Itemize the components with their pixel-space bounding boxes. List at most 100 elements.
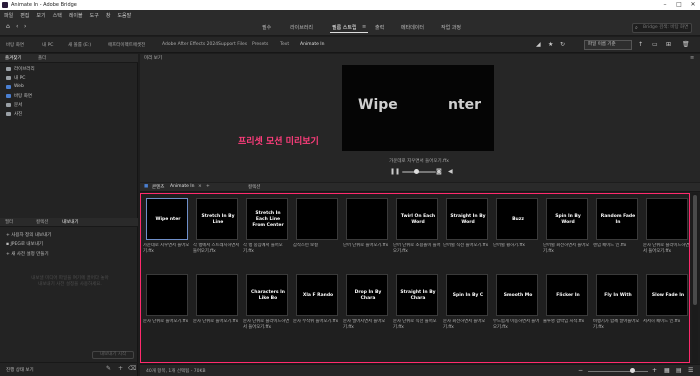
home-icon[interactable]: ⌂: [6, 23, 10, 30]
preset-thumbnail[interactable]: Characters In Like Bo: [246, 274, 288, 316]
preset-item[interactable]: Slow Fade In 서서히 페이드 인.ffx: [643, 270, 689, 344]
trash-icon[interactable]: ⌫: [128, 365, 136, 372]
breadcrumb-text[interactable]: Text: [280, 42, 289, 47]
export-start-button[interactable]: 내보내기 시작: [92, 351, 134, 359]
workspace-output[interactable]: 출력: [375, 24, 384, 31]
tab-export[interactable]: 내보내기: [62, 219, 79, 225]
breadcrumb-volume[interactable]: 새 볼륨 (E:): [68, 42, 91, 48]
tab-add-icon[interactable]: +: [206, 184, 210, 189]
preset-item[interactable]: Twirl On Each Word 단어 단위로 소용돌이 들어오기.ffx: [393, 194, 441, 268]
edit-icon[interactable]: ✎: [106, 365, 111, 372]
favorite-documents[interactable]: 문서: [6, 102, 22, 108]
preset-item[interactable]: Characters In Like Bo 문자 단위로 슬라이드하면서 들어오기…: [243, 270, 291, 344]
close-button[interactable]: ✕: [686, 0, 700, 10]
filter-icon[interactable]: ◢: [536, 41, 541, 48]
sort-order-icon[interactable]: ↑: [638, 41, 643, 48]
preset-thumbnail[interactable]: Fly In With: [596, 274, 638, 316]
preset-item[interactable]: Buzz 단어별 윙하기.ffx: [493, 194, 541, 268]
back-icon[interactable]: ‹: [16, 23, 18, 30]
tab-collection[interactable]: 컬렉션: [248, 184, 260, 190]
grid-lock-icon[interactable]: ▦: [664, 367, 670, 374]
zoom-out-icon[interactable]: −: [578, 367, 583, 374]
scrollbar-thumb[interactable]: [693, 195, 697, 305]
thumbnail-view-icon[interactable]: ▤: [676, 367, 682, 374]
breadcrumb-ae[interactable]: Adobe After Effects 2024: [162, 42, 218, 47]
thumbnail-size-knob[interactable]: [630, 368, 635, 373]
menu-tools[interactable]: 도구: [90, 12, 99, 19]
preset-item[interactable]: Drop In By Chara 문자 떨어지면서 들어오기.ffx: [343, 270, 391, 344]
menu-window[interactable]: 창: [106, 12, 111, 19]
preset-item[interactable]: Stretch In Each Line From Center 각 행 중심에서…: [243, 194, 291, 268]
preset-thumbnail[interactable]: Spin In By Word: [546, 198, 588, 240]
preset-thumbnail[interactable]: Straight In By Word: [446, 198, 488, 240]
preview-tab[interactable]: 미리 보기: [144, 55, 162, 61]
preset-thumbnail[interactable]: [196, 274, 238, 316]
zoom-in-icon[interactable]: +: [652, 367, 657, 374]
preset-item[interactable]: Smooth Mo 부드럽게 이동하면서 들어오기.ffx: [493, 270, 541, 344]
preset-item[interactable]: Wipe nter 가운데로 지우면서 들어오기.ffx: [143, 194, 191, 268]
menu-view[interactable]: 보기: [36, 12, 45, 19]
workspace-keywords[interactable]: 작업 과정: [441, 24, 461, 31]
favorite-pictures[interactable]: 사진: [6, 111, 22, 117]
preset-thumbnail[interactable]: Twirl On Each Word: [396, 198, 438, 240]
camera-icon[interactable]: ◙: [436, 168, 442, 176]
panel-menu-icon[interactable]: ≡: [690, 55, 694, 61]
preset-item[interactable]: 문자 단위로 들어오기.ffx: [193, 270, 241, 344]
preset-item[interactable]: 문자 단위로 들어오기.ffx: [143, 270, 191, 344]
breadcrumb-desktop[interactable]: 바탕 화면: [6, 42, 24, 48]
new-folder-icon[interactable]: ⊞: [666, 41, 671, 48]
preset-thumbnail[interactable]: Slow Fade In: [646, 274, 688, 316]
preset-item[interactable]: Flicker In 불투명 깜박임 시작.ffx: [543, 270, 591, 344]
add-icon[interactable]: +: [118, 365, 123, 372]
breadcrumb-animate-in[interactable]: Animate In: [300, 42, 324, 47]
preset-thumbnail[interactable]: Straight In By Chara: [396, 274, 438, 316]
workspace-metadata[interactable]: 메타데이터: [401, 24, 424, 31]
preset-thumbnail[interactable]: Flicker In: [546, 274, 588, 316]
tab-folders[interactable]: 폴더: [38, 55, 46, 61]
menu-file[interactable]: 파일: [4, 12, 13, 19]
minimize-button[interactable]: –: [658, 0, 672, 10]
menu-stack[interactable]: 스택: [53, 12, 62, 19]
delete-icon[interactable]: 🗑: [682, 41, 690, 48]
content-scrollbar[interactable]: [692, 193, 698, 363]
preset-item[interactable]: Stretch In By Line 각 행에서 스트레치하면서 들어오기.ffx: [193, 194, 241, 268]
tab-filter[interactable]: 필터: [5, 219, 13, 225]
rotate-icon[interactable]: ↻: [560, 41, 565, 48]
playback-slider-knob[interactable]: [414, 169, 419, 174]
preset-item[interactable]: Spin In By Word 단어별 회전하면서 들어오기.ffx: [543, 194, 591, 268]
preset-thumbnail[interactable]: [296, 198, 338, 240]
playback-slider[interactable]: [402, 171, 436, 173]
tab-content[interactable]: 콘텐츠: [152, 184, 164, 190]
preset-thumbnail[interactable]: [146, 274, 188, 316]
preset-thumbnail[interactable]: [646, 198, 688, 240]
menu-label[interactable]: 레이블: [69, 12, 83, 19]
menu-edit[interactable]: 편집: [20, 12, 29, 19]
export-new-preset[interactable]: + 새 사전 설정 만들기: [6, 251, 49, 257]
export-custom[interactable]: + 사용자 정의 내보내기: [6, 232, 51, 238]
preset-item[interactable]: Xla F Rando 문자 무작위 들어오기.ffx: [293, 270, 341, 344]
breadcrumb-presets[interactable]: Presets: [252, 42, 268, 47]
thumbnail-size-slider[interactable]: [588, 371, 648, 372]
search-input[interactable]: ⌕ Bridge 검색: 바탕 화면: [632, 23, 692, 33]
preset-thumbnail[interactable]: [346, 198, 388, 240]
preset-thumbnail[interactable]: Random Fade In: [596, 198, 638, 240]
preset-thumbnail[interactable]: Smooth Mo: [496, 274, 538, 316]
preset-item[interactable]: Fly In With 비행기가 함께 날아들어오기.ffx: [593, 270, 641, 344]
preset-item[interactable]: Random Fade In 랜덤 페이드 인.ffx: [593, 194, 641, 268]
list-view-icon[interactable]: ☰: [688, 367, 693, 374]
folder-icon[interactable]: ▭: [652, 41, 658, 48]
pause-icon[interactable]: ❚❚: [390, 168, 400, 176]
preset-item[interactable]: Straight In By Chara 문자 단위로 직선 들어오기.ffx: [393, 270, 441, 344]
tab-collections[interactable]: 컬렉션: [36, 219, 48, 225]
favorite-desktop[interactable]: 바탕 화면: [6, 93, 32, 99]
maximize-button[interactable]: □: [672, 0, 686, 10]
preset-thumbnail[interactable]: Stretch In Each Line From Center: [246, 198, 288, 240]
preset-item[interactable]: 문자 단위로 슬라이드하면서 들어오기.ffx: [643, 194, 689, 268]
preset-item[interactable]: 갑작스런 보컬: [293, 194, 341, 268]
preset-thumbnail[interactable]: Wipe nter: [146, 198, 188, 240]
star-icon[interactable]: ★: [548, 41, 553, 48]
menu-help[interactable]: 도움말: [117, 12, 131, 19]
sort-dropdown[interactable]: 파일 이름 기준: [584, 40, 632, 50]
preset-item[interactable]: Spin In By C 문자 회전하면서 들어오기.ffx: [443, 270, 491, 344]
tab-favorites[interactable]: 즐겨찾기: [5, 55, 22, 61]
